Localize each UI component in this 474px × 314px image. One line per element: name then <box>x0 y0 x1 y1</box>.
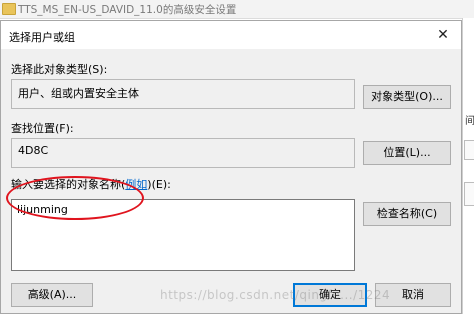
object-type-label: 选择此对象类型(S): <box>11 63 108 76</box>
object-types-button[interactable]: 对象类型(O)... <box>363 85 451 109</box>
watermark: https://blog.csdn.net/qingfe.../1224 <box>160 288 391 302</box>
background-window-title: TTS_MS_EN-US_DAVID_11.0的高级安全设置 <box>18 4 237 16</box>
background-window-text: 间). <box>465 116 474 127</box>
dialog-title: 选择用户或组 <box>9 31 75 44</box>
location-label: 查找位置(F): <box>11 122 74 135</box>
folder-icon <box>2 3 16 15</box>
background-window-control <box>464 140 474 160</box>
select-users-dialog: 选择用户或组 ✕ 选择此对象类型(S): 用户、组或内置安全主体 对象类型(O)… <box>0 20 462 314</box>
location-field: 4D8C <box>11 138 355 168</box>
object-type-field: 用户、组或内置安全主体 <box>11 79 355 109</box>
object-names-value: lijunming <box>17 203 68 216</box>
object-names-label: 输入要选择的对象名称(例如)(E): <box>11 176 171 192</box>
examples-link[interactable]: 例如 <box>125 178 147 191</box>
object-names-input[interactable]: lijunming <box>11 199 355 271</box>
advanced-button[interactable]: 高级(A)... <box>11 283 93 307</box>
object-names-label-prefix: 输入要选择的对象名称( <box>11 178 126 191</box>
background-window-body <box>462 18 474 314</box>
object-names-label-suffix: )(E): <box>147 178 171 191</box>
locations-button[interactable]: 位置(L)... <box>363 141 451 165</box>
location-value: 4D8C <box>18 144 49 157</box>
check-names-button[interactable]: 检查名称(C) <box>363 202 451 226</box>
dialog-titlebar: 选择用户或组 ✕ <box>1 21 461 49</box>
close-icon[interactable]: ✕ <box>431 25 455 45</box>
background-window-titlebar: TTS_MS_EN-US_DAVID_11.0的高级安全设置 <box>0 0 474 19</box>
background-window-control <box>464 182 474 206</box>
object-type-value: 用户、组或内置安全主体 <box>18 87 139 100</box>
